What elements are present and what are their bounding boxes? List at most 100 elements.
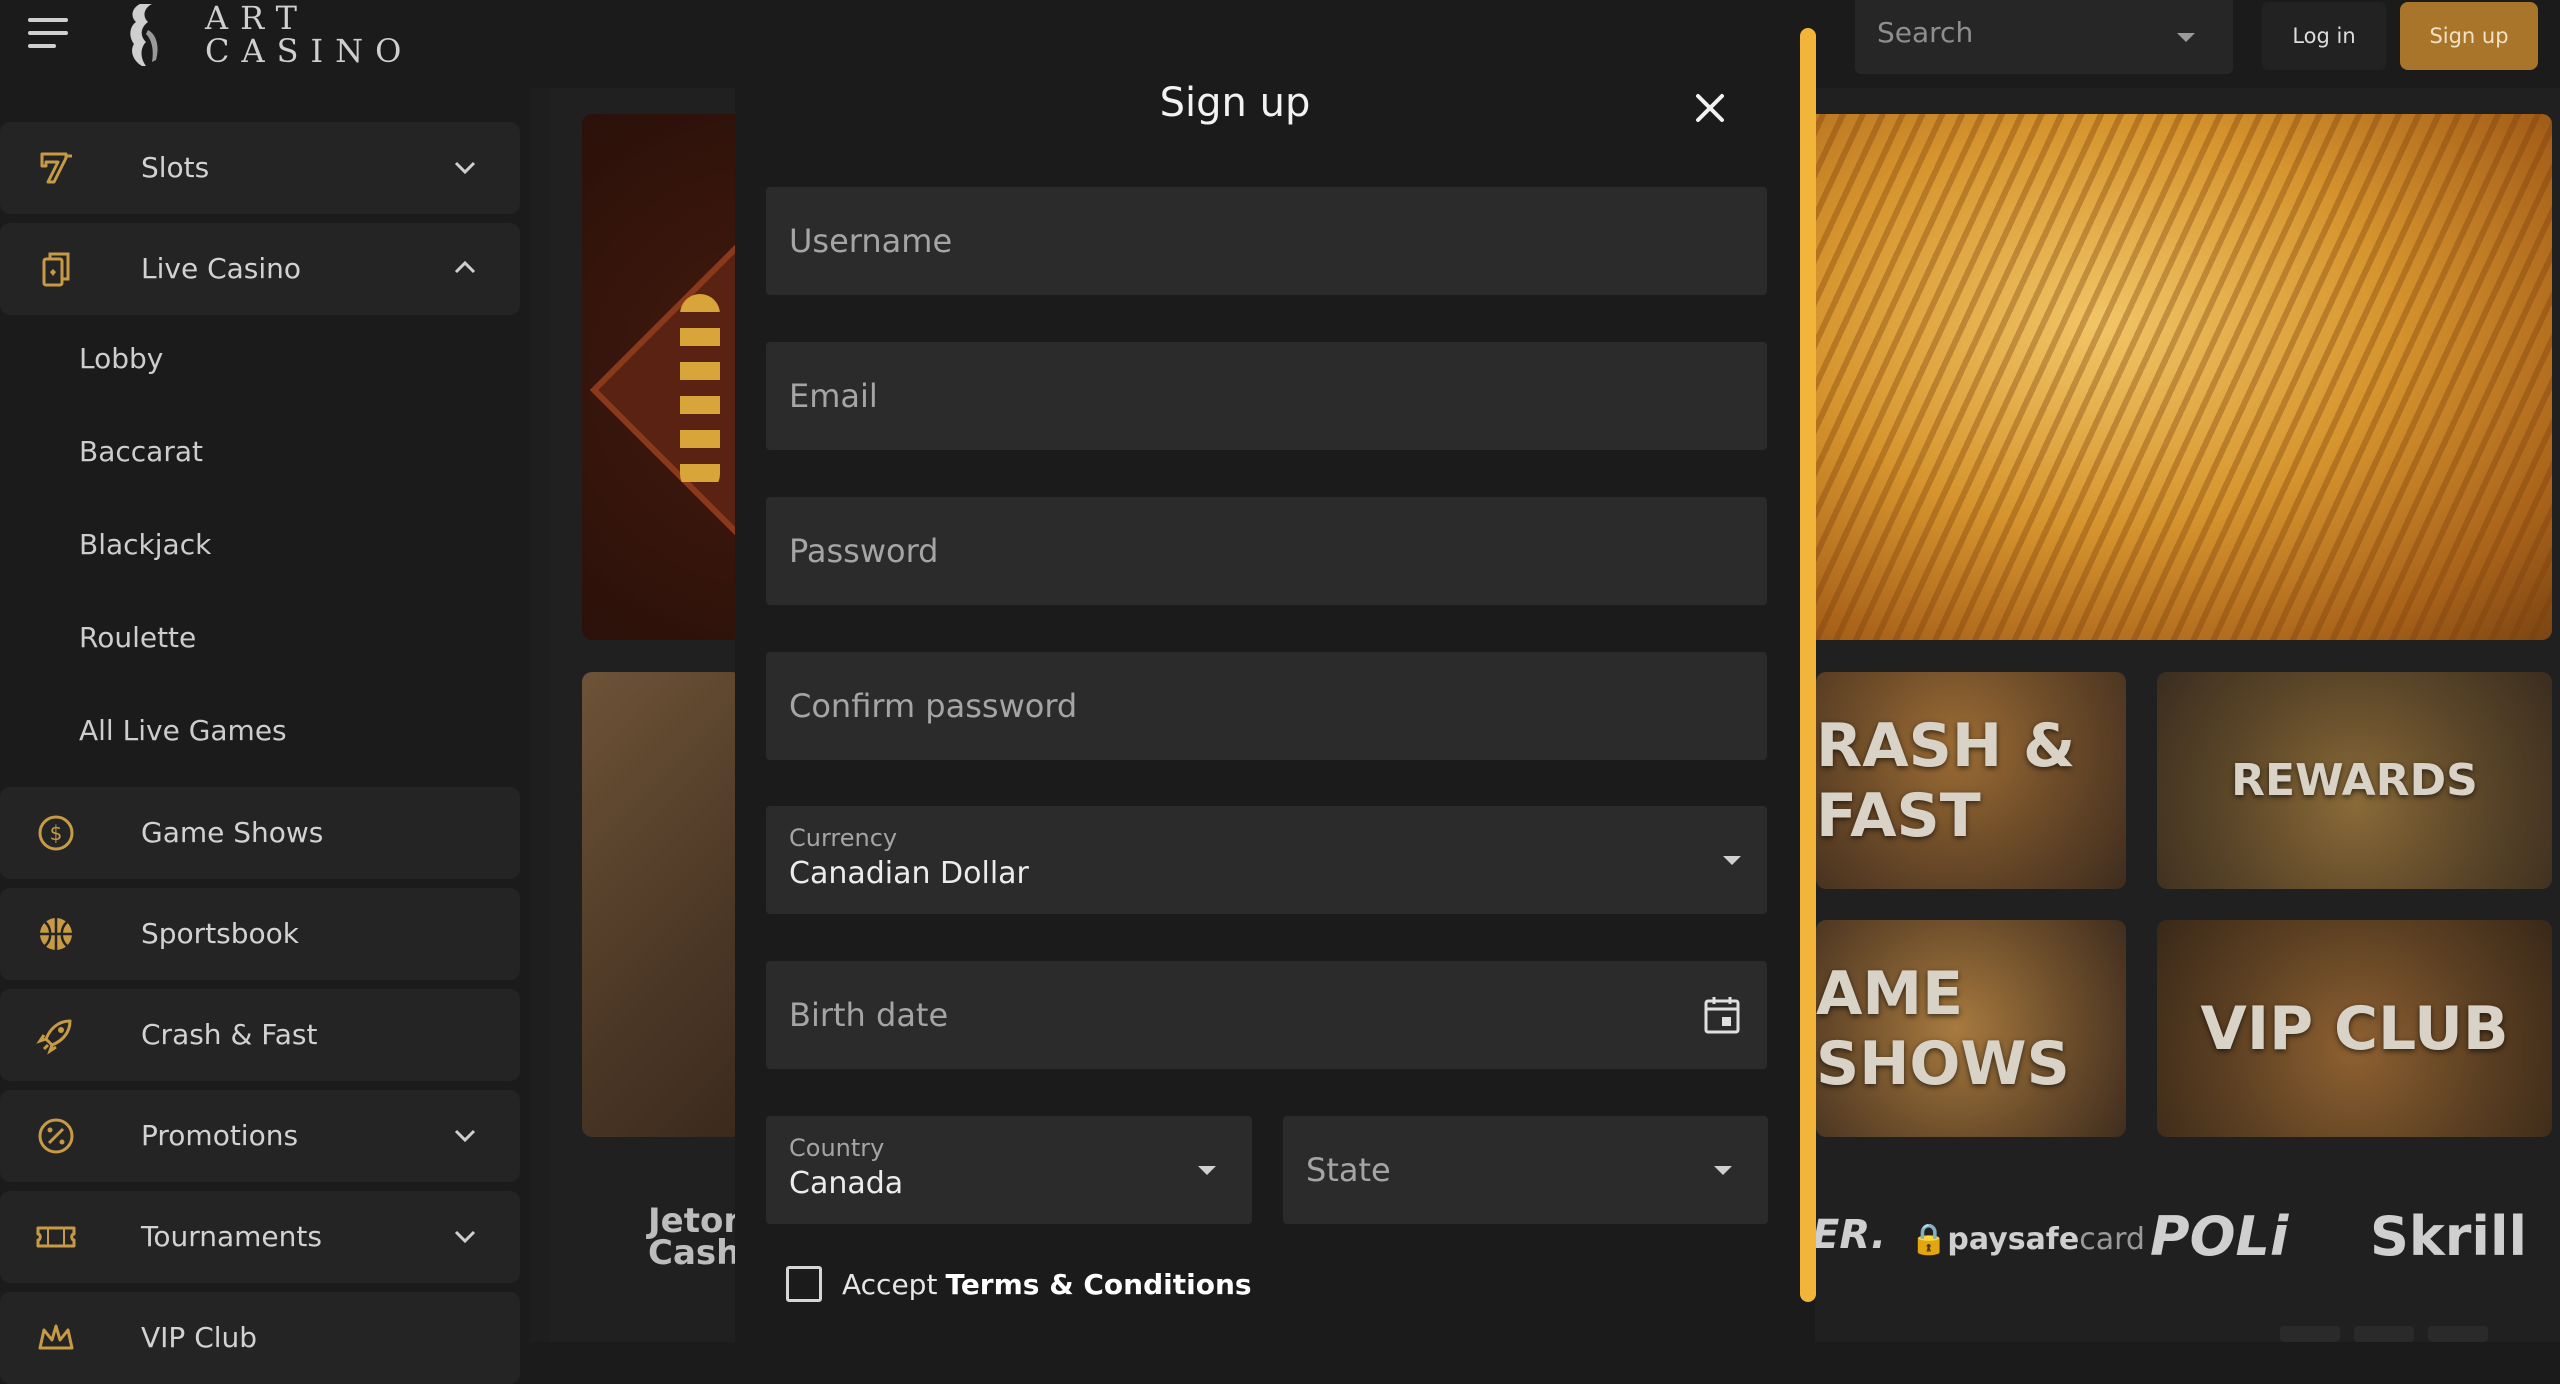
peacock-logo-icon[interactable] (122, 0, 166, 70)
percent-badge-icon (38, 1118, 74, 1154)
country-label: Country (789, 1134, 885, 1162)
slot-machine-icon (40, 152, 72, 184)
sidebar-item-label: Tournaments (141, 1220, 322, 1253)
paysafe-text: paysafe (1947, 1222, 2080, 1257)
sidebar-item-game-shows[interactable]: $ Game Shows (0, 787, 520, 879)
email-input[interactable] (766, 342, 1767, 450)
sidebar-item-slots[interactable]: Slots (0, 122, 520, 214)
caret-down-icon (1714, 1166, 1732, 1175)
birth-date-field[interactable]: Birth date (766, 961, 1767, 1069)
sidebar-subitem-blackjack[interactable]: Blackjack (79, 528, 211, 561)
chevron-down-icon[interactable] (452, 1223, 478, 1249)
terms-link[interactable]: Terms & Conditions (945, 1268, 1251, 1301)
svg-text:$: $ (50, 821, 63, 845)
country-select[interactable]: Country Canada (766, 1116, 1252, 1224)
birth-date-placeholder: Birth date (789, 996, 949, 1034)
confirm-password-field[interactable] (766, 652, 1767, 760)
tile-label: AME SHOWS (1816, 958, 2070, 1099)
hero-banner-left[interactable] (582, 114, 742, 640)
hero-banner-feathers[interactable] (1800, 114, 2552, 640)
chevron-down-icon[interactable] (452, 154, 478, 180)
accept-terms-checkbox[interactable] (786, 1266, 822, 1302)
tile-label: VIP CLUB (2200, 993, 2509, 1064)
pager-dot[interactable] (2280, 1326, 2340, 1342)
currency-label: Currency (789, 824, 898, 852)
state-placeholder: State (1306, 1151, 1391, 1189)
sidebar-item-tournaments[interactable]: Tournaments (0, 1191, 520, 1283)
payment-logo-er: ER. (1812, 1212, 1887, 1258)
brand-logo-text[interactable]: ART CASINO (205, 2, 413, 68)
currency-select[interactable]: Currency Canadian Dollar (766, 806, 1767, 914)
sidebar-item-crash-fast[interactable]: Crash & Fast (0, 989, 520, 1081)
password-input[interactable] (766, 497, 1767, 605)
dollar-coin-icon: $ (38, 815, 74, 851)
sidebar-item-label: Slots (141, 151, 210, 184)
jeton-line-2: Cash (648, 1233, 741, 1273)
logo-line-2: CASINO (205, 32, 414, 70)
modal-scrollbar[interactable] (1800, 28, 1816, 1302)
sidebar-item-sportsbook[interactable]: Sportsbook (0, 888, 520, 980)
sidebar-item-vip-club[interactable]: VIP Club (0, 1292, 520, 1384)
sidebar-subitem-lobby[interactable]: Lobby (79, 342, 163, 375)
poli-logo: POLi (2150, 1205, 2289, 1268)
email-field[interactable] (766, 342, 1767, 450)
sidebar-subitem-baccarat[interactable]: Baccarat (79, 435, 203, 468)
confirm-password-input[interactable] (766, 652, 1767, 760)
currency-value: Canadian Dollar (789, 856, 1029, 891)
username-input[interactable] (766, 187, 1767, 295)
category-tile-crash-fast[interactable]: RASH & FAST (1816, 672, 2126, 889)
search-dropdown[interactable]: Search (1855, 0, 2233, 74)
tile-label: REWARDS (2231, 755, 2478, 806)
country-value: Canada (789, 1166, 904, 1201)
card-text: card (2079, 1222, 2145, 1257)
login-button[interactable]: Log in (2262, 2, 2386, 70)
chevron-down-icon[interactable] (452, 1122, 478, 1148)
tile-label: RASH & FAST (1816, 710, 2076, 851)
ticket-icon (36, 1226, 76, 1248)
crown-icon (38, 1324, 74, 1350)
calendar-icon[interactable] (1703, 995, 1741, 1035)
state-select[interactable]: State (1283, 1116, 1768, 1224)
pager-dot[interactable] (2354, 1326, 2414, 1342)
footer-pagination (2280, 1326, 2540, 1342)
search-placeholder: Search (1877, 16, 1974, 49)
sidebar-item-promotions[interactable]: Promotions (0, 1090, 520, 1182)
signup-modal: Sign up Currency Canadian Dollar Birth d… (735, 28, 1815, 1342)
caret-down-icon (2177, 33, 2195, 42)
logo-line-1: ART (205, 0, 309, 37)
cards-icon (42, 252, 70, 287)
chevron-up-icon[interactable] (452, 255, 478, 281)
category-tile-rewards[interactable]: REWARDS (2157, 672, 2552, 889)
sidebar-divider (530, 88, 550, 1342)
category-tile-game-shows[interactable]: AME SHOWS (1816, 920, 2126, 1137)
sidebar: Slots Live Casino Lobby Baccarat Blackja… (0, 88, 550, 1384)
caret-down-icon (1198, 1166, 1216, 1175)
terms-prefix: Accept (842, 1267, 938, 1301)
username-field[interactable] (766, 187, 1767, 295)
game-tile-left[interactable] (582, 672, 742, 1137)
rocket-icon (36, 1019, 72, 1055)
sidebar-item-label: Game Shows (141, 816, 324, 849)
pager-dot[interactable] (2428, 1326, 2488, 1342)
skrill-logo: Skrill (2370, 1205, 2527, 1268)
password-field[interactable] (766, 497, 1767, 605)
close-icon[interactable] (1690, 88, 1730, 128)
paysafecard-logo: 🔒paysafecard (1910, 1222, 2145, 1257)
sidebar-item-label: Promotions (141, 1119, 299, 1152)
header-signup-button[interactable]: Sign up (2400, 2, 2538, 70)
sidebar-subitem-roulette[interactable]: Roulette (79, 621, 196, 654)
category-tile-vip-club[interactable]: VIP CLUB (2157, 920, 2552, 1137)
sidebar-item-label: Sportsbook (141, 917, 300, 950)
sidebar-item-label: Crash & Fast (141, 1018, 318, 1051)
terms-row: Accept Terms & Conditions (786, 1262, 1252, 1306)
sidebar-item-live-casino[interactable]: Live Casino (0, 223, 520, 315)
hamburger-menu-icon[interactable] (28, 18, 68, 50)
caret-down-icon (1723, 856, 1741, 865)
modal-title: Sign up (1159, 80, 1311, 126)
sidebar-item-label: Live Casino (141, 252, 302, 285)
sidebar-item-label: VIP Club (141, 1321, 258, 1354)
basketball-icon (40, 918, 72, 950)
sidebar-subitem-all-live-games[interactable]: All Live Games (79, 714, 287, 747)
banner-petals-art (680, 294, 720, 494)
jeton-cash-logo: Jeton Cash (648, 1204, 748, 1273)
